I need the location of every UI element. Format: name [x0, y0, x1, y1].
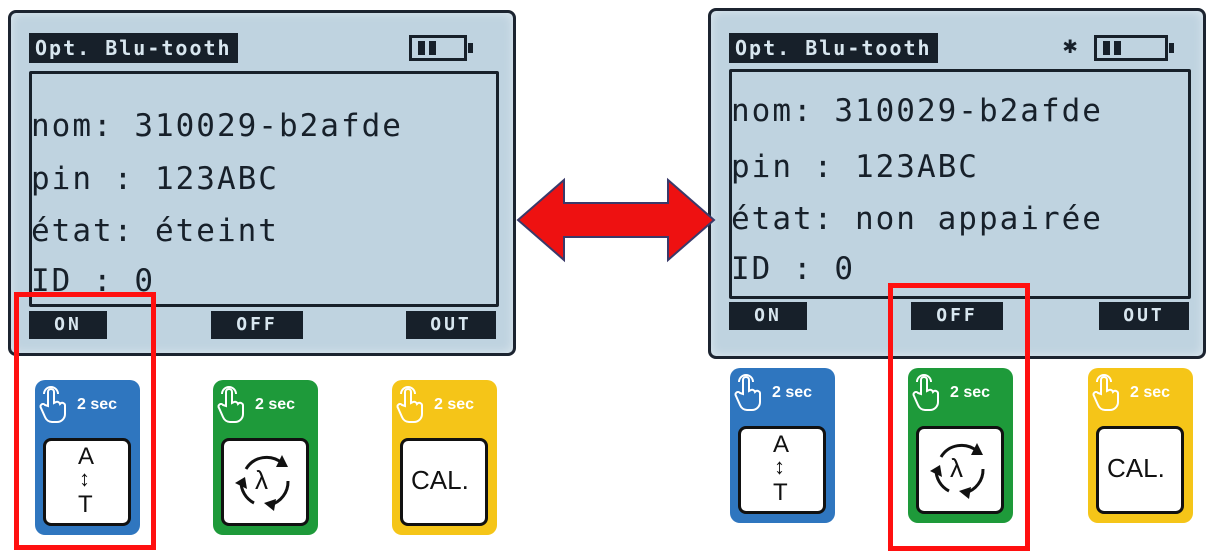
hand-pointer-icon: [396, 386, 423, 423]
card-header: 2 sec: [1088, 368, 1193, 420]
hold-duration: 2 sec: [255, 396, 296, 413]
card-header: 2 sec: [730, 368, 835, 420]
state-line: état: éteint: [31, 213, 279, 249]
pin-line: pin : 123ABC: [31, 161, 279, 197]
mode-button-card[interactable]: 2 sec A ↕ T: [730, 368, 835, 523]
battery-icon: [409, 35, 473, 61]
calibration-button-card[interactable]: 2 sec CAL.: [1088, 368, 1193, 523]
card-face: λ: [221, 438, 309, 526]
softkey-off[interactable]: OFF: [211, 311, 303, 339]
swap-arrow-icon: ↕: [774, 454, 785, 479]
hand-pointer-icon: [217, 386, 244, 423]
letter-t: T: [773, 479, 788, 506]
card-face: CAL.: [400, 438, 488, 526]
calibration-button-card[interactable]: 2 sec CAL.: [392, 380, 497, 535]
name-line: nom: 310029-b2afde: [31, 108, 403, 144]
screen-title: Opt. Blu-tooth: [729, 33, 938, 63]
softkey-out[interactable]: OUT: [406, 311, 496, 339]
highlight-off-key: [888, 283, 1030, 551]
hand-pointer-icon: [1092, 374, 1119, 411]
cal-label: CAL.: [411, 465, 469, 495]
battery-icon: [1094, 35, 1174, 61]
screen-title: Opt. Blu-tooth: [29, 33, 238, 63]
double-arrow-icon: [516, 177, 716, 263]
softkey-on[interactable]: ON: [729, 302, 807, 330]
hand-pointer-icon: [734, 374, 761, 411]
card-face: A ↕ T: [738, 426, 826, 514]
card-header: 2 sec: [392, 380, 497, 432]
highlight-on-key: [14, 292, 156, 550]
card-header: 2 sec: [213, 380, 318, 432]
bluetooth-icon: ✱: [1063, 31, 1078, 59]
cal-label: CAL.: [1107, 453, 1165, 483]
hold-duration: 2 sec: [1130, 384, 1171, 401]
hold-duration: 2 sec: [434, 396, 475, 413]
card-face: CAL.: [1096, 426, 1184, 514]
wavelength-button-card[interactable]: 2 sec λ: [213, 380, 318, 535]
name-line: nom: 310029-b2afde: [731, 93, 1103, 129]
softkey-out[interactable]: OUT: [1099, 302, 1189, 330]
lambda-symbol: λ: [255, 465, 268, 495]
pin-line: pin : 123ABC: [731, 149, 979, 185]
state-line: état: non appairée: [731, 201, 1103, 237]
hold-duration: 2 sec: [772, 384, 813, 401]
id-line: ID : 0: [731, 251, 855, 287]
